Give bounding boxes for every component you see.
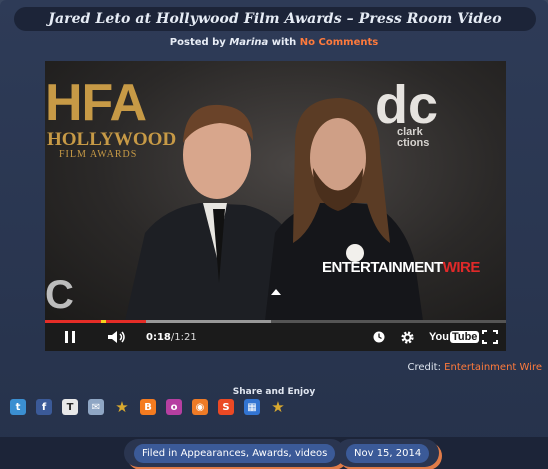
post-byline: Posted by Marina with No Comments xyxy=(0,37,548,48)
fullscreen-button[interactable] xyxy=(482,323,498,351)
youtube-label-you: You xyxy=(429,331,449,343)
share-bookmark-icon[interactable]: ★ xyxy=(270,398,286,416)
watermark-red: WIRE xyxy=(442,259,481,276)
fullscreen-icon xyxy=(482,330,498,344)
video-frame[interactable]: HFA HOLLYWOOD FILM AWARDS dc clark ction… xyxy=(45,61,506,321)
watch-later-button[interactable] xyxy=(373,323,385,351)
time-display: 0:18 / 1:21 xyxy=(146,323,197,351)
pause-icon xyxy=(65,331,75,343)
category-link-awards[interactable]: Awards xyxy=(252,448,288,459)
youtube-label-tube: Tube xyxy=(449,331,480,343)
share-twitter-icon[interactable]: t xyxy=(10,399,26,415)
entertainment-wire-watermark: ENTERTAINMENTWIRE xyxy=(322,259,480,276)
byline-with: with xyxy=(271,37,297,48)
share-rss-icon[interactable]: ◉ xyxy=(192,399,208,415)
categories-pill: Filed in Appearances, Awards, videos xyxy=(124,439,346,467)
share-facebook-icon[interactable]: f xyxy=(36,399,52,415)
byline-prefix: Posted by xyxy=(169,37,226,48)
credit-source-link[interactable]: Entertainment Wire xyxy=(444,362,542,373)
share-favorite-icon[interactable]: ★ xyxy=(114,398,130,416)
blog-post: Jared Leto at Hollywood Film Awards – Pr… xyxy=(0,0,548,469)
watermark-white: ENTERTAINMENT xyxy=(322,259,443,276)
volume-button[interactable] xyxy=(107,323,127,351)
youtube-logo-button[interactable]: You Tube xyxy=(429,323,480,351)
credit-label: Credit: xyxy=(407,362,441,373)
video-player[interactable]: HFA HOLLYWOOD FILM AWARDS dc clark ction… xyxy=(45,61,506,351)
pause-button[interactable] xyxy=(63,323,77,351)
share-technorati-icon[interactable]: T xyxy=(62,399,78,415)
post-date: Nov 15, 2014 xyxy=(354,447,422,459)
author-name[interactable]: Marina xyxy=(229,37,268,48)
category-link-videos[interactable]: videos xyxy=(295,448,328,459)
post-title[interactable]: Jared Leto at Hollywood Film Awards – Pr… xyxy=(48,11,502,27)
category-link-appearances[interactable]: Appearances xyxy=(181,448,246,459)
duration: 1:21 xyxy=(174,331,197,343)
settings-button[interactable] xyxy=(400,323,415,351)
share-buttons: t f T ✉ ★ Bo ◉ S ▦ ★ xyxy=(10,398,296,417)
share-heading: Share and Enjoy xyxy=(232,387,316,397)
cbs-logo: C xyxy=(45,273,74,317)
post-footer: Filed in Appearances, Awards, videos Nov… xyxy=(0,437,548,469)
date-inner: Nov 15, 2014 xyxy=(346,443,430,463)
caret-up-icon xyxy=(271,289,281,295)
gear-icon xyxy=(401,330,414,344)
current-time: 0:18 xyxy=(146,331,171,343)
video-credit: Credit: Entertainment Wire xyxy=(408,362,542,373)
clock-icon xyxy=(373,331,385,343)
share-blogger-icon[interactable]: B xyxy=(140,399,156,415)
comments-link[interactable]: No Comments xyxy=(300,37,378,48)
share-delicious-icon[interactable]: ▦ xyxy=(244,399,260,415)
filed-in-label: Filed in xyxy=(142,447,178,459)
video-controls: 0:18 / 1:21 You Tube xyxy=(45,323,506,351)
date-pill: Nov 15, 2014 xyxy=(336,439,440,467)
post-title-bar: Jared Leto at Hollywood Film Awards – Pr… xyxy=(14,7,536,31)
volume-icon xyxy=(108,331,125,343)
share-orkut-icon[interactable]: o xyxy=(166,399,182,415)
categories-inner: Filed in Appearances, Awards, videos xyxy=(134,443,336,463)
share-email-icon[interactable]: ✉ xyxy=(88,399,104,415)
share-stumbleupon-icon[interactable]: S xyxy=(218,399,234,415)
people-in-frame xyxy=(125,98,423,321)
